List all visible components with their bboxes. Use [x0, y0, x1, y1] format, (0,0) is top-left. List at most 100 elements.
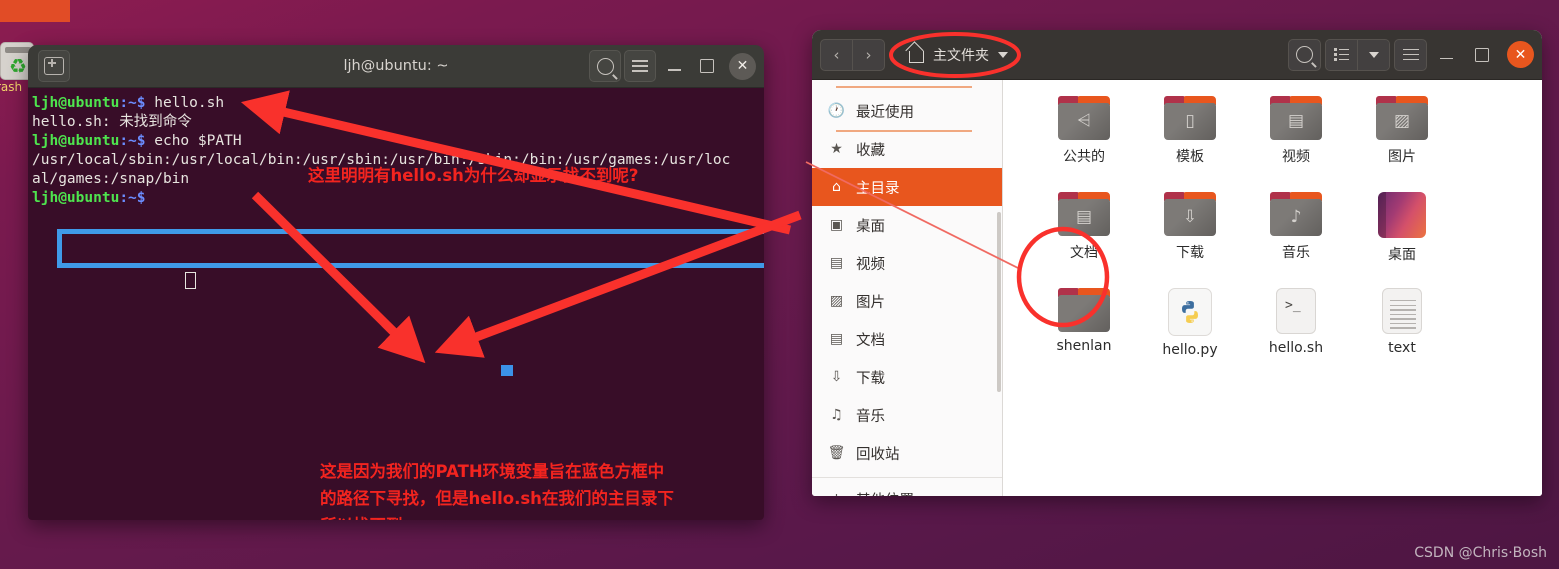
image-icon: ▨	[1393, 111, 1411, 131]
folder-icon: ▤	[1058, 192, 1110, 236]
terminal-body[interactable]: ljh@ubuntu:~$ hello.sh hello.sh: 未找到命令 l…	[28, 88, 764, 520]
file-name: 文档	[1070, 245, 1098, 261]
navigation-buttons[interactable]: ‹ ›	[820, 38, 885, 71]
film-icon: ▤	[1287, 111, 1305, 131]
sidebar-item-recent[interactable]: 🕐 最近使用	[812, 92, 1002, 130]
document-icon: ▤	[1075, 207, 1093, 227]
hamburger-menu-icon[interactable]	[624, 50, 656, 82]
prompt-command: echo $PATH	[145, 133, 242, 149]
trash-icon: 🗑	[827, 445, 846, 461]
top-orange-band	[0, 0, 70, 22]
desktop-folder-icon	[1378, 192, 1426, 238]
folder-icon: ⇩	[1164, 192, 1216, 236]
folder-icon: ▨	[1376, 96, 1428, 140]
file-item[interactable]: ⇩ 下载	[1137, 192, 1243, 288]
view-options-chevron-down-icon[interactable]	[1357, 39, 1389, 70]
clock-icon: 🕐	[827, 103, 846, 119]
terminal-window[interactable]: ljh@ubuntu: ~ ✕ ljh@ubuntu:~$ hello.sh h…	[28, 45, 764, 520]
sidebar-item-label: 回收站	[856, 446, 900, 463]
file-item-hello-sh[interactable]: >_ hello.sh	[1243, 288, 1349, 384]
sidebar-divider	[812, 477, 1002, 478]
file-manager-header[interactable]: ‹ › 主文件夹 ✕	[812, 30, 1542, 80]
file-item[interactable]: ♪ 音乐	[1243, 192, 1349, 288]
location-label: 主文件夹	[933, 47, 989, 64]
annotation-top: 这里明明有hello.sh为什么却显示找不到呢?	[308, 166, 639, 185]
view-mode-group[interactable]	[1325, 38, 1390, 71]
file-item[interactable]: shenlan	[1031, 288, 1137, 384]
path-highlight-box	[57, 229, 764, 268]
terminal-line-error: hello.sh: 未找到命令	[32, 114, 192, 130]
sidebar-item-videos[interactable]: ▤ 视频	[812, 244, 1002, 282]
file-item[interactable]: hello.py	[1137, 288, 1243, 384]
sidebar-item-starred[interactable]: ★ 收藏	[812, 130, 1002, 168]
music-icon: ♫	[830, 407, 843, 423]
sidebar-item-trash[interactable]: 🗑 回收站	[812, 434, 1002, 472]
maximize-icon[interactable]	[692, 51, 722, 81]
file-manager-sidebar[interactable]: 🕐 最近使用 ★ 收藏 ⌂ 主目录 ▣ 桌面 ▤ 视频 ▨ 图片 ▤ 文档 ⇩ …	[812, 80, 1003, 496]
file-grid[interactable]: ⩤ 公共的 ▯ 模板 ▤ 视频 ▨ 图片 ▤ 文档 ⇩ 下载 ♪ 音乐 桌面 s…	[1003, 80, 1542, 496]
back-button[interactable]: ‹	[821, 40, 852, 70]
file-item[interactable]: ▤ 视频	[1243, 96, 1349, 192]
sidebar-item-desktop[interactable]: ▣ 桌面	[812, 206, 1002, 244]
folder-icon: ▯	[1164, 96, 1216, 140]
sidebar-item-label: 最近使用	[856, 104, 914, 121]
sidebar-item-documents[interactable]: ▤ 文档	[812, 320, 1002, 358]
sidebar-scrollbar[interactable]	[997, 212, 1001, 392]
sidebar-item-home[interactable]: ⌂ 主目录	[812, 168, 1002, 206]
desktop-icon: ▣	[829, 217, 844, 233]
sidebar-item-other-locations[interactable]: + 其他位置	[812, 480, 1002, 496]
search-icon[interactable]	[1288, 38, 1321, 71]
prompt-path: :~$	[119, 190, 146, 206]
location-button[interactable]: 主文件夹	[898, 40, 1019, 70]
watermark: CSDN @Chris·Bosh	[1414, 545, 1547, 561]
home-icon: ⌂	[832, 179, 841, 195]
image-icon: ▨	[829, 293, 844, 309]
sidebar-item-pictures[interactable]: ▨ 图片	[812, 282, 1002, 320]
forward-button[interactable]: ›	[852, 39, 884, 70]
new-tab-icon[interactable]	[38, 50, 70, 82]
prompt-path: :~$	[119, 95, 146, 111]
file-item[interactable]: ▤ 文档	[1031, 192, 1137, 288]
chevron-down-icon[interactable]	[998, 51, 1008, 58]
file-name: 公共的	[1063, 149, 1105, 165]
music-icon: ♪	[1290, 207, 1302, 227]
sidebar-item-downloads[interactable]: ⇩ 下载	[812, 358, 1002, 396]
mouse-pointer-marker	[501, 365, 513, 376]
sidebar-item-music[interactable]: ♫ 音乐	[812, 396, 1002, 434]
document-icon: ▤	[829, 331, 844, 347]
file-manager-window[interactable]: ‹ › 主文件夹 ✕ 🕐 最近使用 ★ 收藏 ⌂ 主目录 ▣ 桌面 ▤ 视频 ▨…	[812, 30, 1542, 496]
file-item[interactable]: ▯ 模板	[1137, 96, 1243, 192]
minimize-icon[interactable]	[1431, 40, 1462, 70]
sidebar-item-label: 图片	[856, 294, 885, 311]
file-item[interactable]: 桌面	[1349, 192, 1455, 288]
sidebar-item-label: 音乐	[856, 408, 885, 425]
close-icon[interactable]: ✕	[1507, 41, 1534, 68]
file-item[interactable]: ⩤ 公共的	[1031, 96, 1137, 192]
terminal-line: ljh@ubuntu:~$ echo $PATH	[30, 132, 764, 151]
sidebar-item-label: 下载	[856, 370, 885, 387]
hamburger-menu-icon[interactable]	[1394, 38, 1427, 71]
search-icon[interactable]	[589, 50, 621, 82]
file-name: text	[1388, 340, 1416, 356]
list-view-icon[interactable]	[1326, 39, 1357, 70]
file-name: 视频	[1282, 149, 1310, 165]
python-file-icon	[1168, 288, 1212, 336]
prompt-user: ljh@ubuntu	[32, 133, 120, 149]
file-name: hello.sh	[1268, 340, 1324, 356]
prompt-path: :~$	[119, 133, 146, 149]
sidebar-item-label: 视频	[856, 256, 885, 273]
file-item[interactable]: ▨ 图片	[1349, 96, 1455, 192]
terminal-line: ljh@ubuntu:~$ hello.sh	[30, 94, 764, 113]
file-name: shenlan	[1056, 338, 1112, 354]
close-icon[interactable]: ✕	[729, 52, 756, 80]
file-name: 图片	[1388, 149, 1416, 165]
file-item[interactable]: text	[1349, 288, 1455, 384]
maximize-icon[interactable]	[1466, 40, 1497, 70]
recycle-glyph: ♻	[9, 54, 27, 78]
prompt-command: hello.sh	[145, 95, 225, 111]
shell-script-icon: >_	[1276, 288, 1316, 334]
minimize-icon[interactable]	[659, 51, 689, 81]
file-name: 模板	[1176, 149, 1204, 165]
terminal-titlebar[interactable]: ljh@ubuntu: ~ ✕	[28, 45, 764, 88]
share-icon: ⩤	[1077, 111, 1091, 131]
